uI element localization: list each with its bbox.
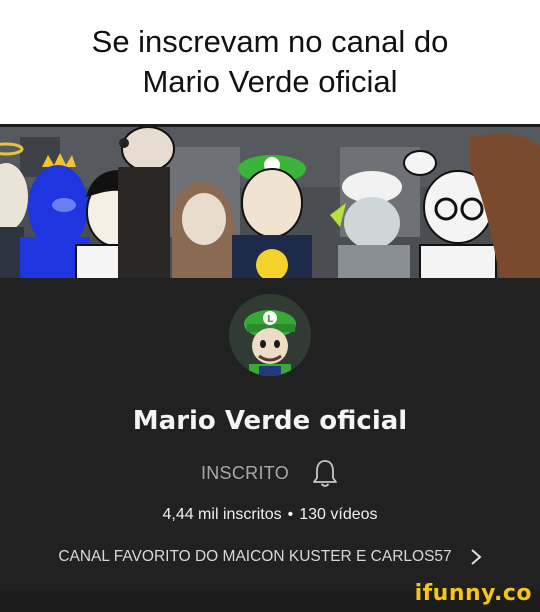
video-count: 130 vídeos (299, 506, 378, 523)
channel-name: Mario Verde oficial (132, 406, 408, 436)
caption-line-2: Mario Verde oficial (142, 64, 398, 99)
channel-avatar[interactable]: L (229, 294, 311, 376)
banner-illustration (0, 127, 540, 278)
stats-separator: • (287, 506, 294, 523)
caption-line-1: Se inscrevam no canal do (91, 24, 449, 59)
avatar-cap-letter: L (267, 314, 274, 325)
channel-banner (0, 124, 540, 278)
ifunny-watermark: ifunny.co (414, 581, 532, 606)
featured-channel-link[interactable]: CANAL FAVORITO DO MAICON KUSTER E CARLOS… (0, 544, 540, 570)
channel-header: L Mario Verde oficial INSCRITO 4,44 mil … (0, 278, 540, 590)
meme-caption: Se inscrevam no canal do Mario Verde ofi… (0, 0, 540, 124)
channel-stats: 4,44 mil inscritos • 130 vídeos (0, 506, 540, 524)
subscribe-row: INSCRITO (0, 456, 540, 490)
chevron-right-icon[interactable] (470, 548, 482, 566)
bell-icon[interactable] (311, 458, 339, 488)
subscribed-button[interactable]: INSCRITO (201, 463, 289, 484)
subscriber-count: 4,44 mil inscritos (162, 506, 282, 523)
luigi-avatar-illustration: L (229, 294, 311, 376)
caption-text: Se inscrevam no canal do Mario Verde ofi… (50, 22, 490, 102)
featured-channel-label[interactable]: CANAL FAVORITO DO MAICON KUSTER E CARLOS… (58, 548, 451, 566)
footer-strip: ifunny.co (0, 581, 540, 612)
